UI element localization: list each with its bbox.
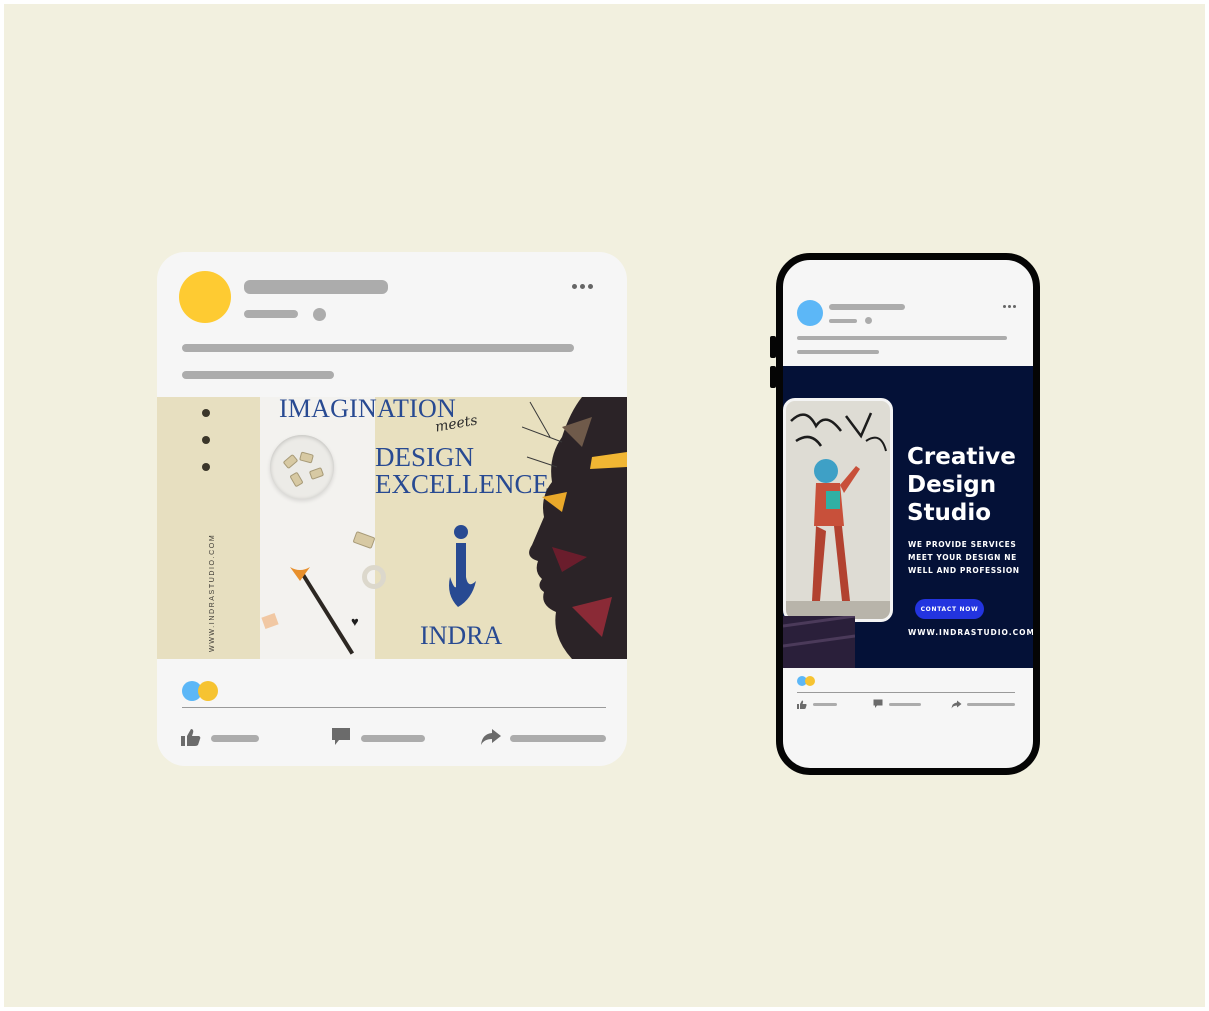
banner-title: Creative Design Studio: [907, 443, 1033, 527]
heart-icon: ♥: [351, 614, 359, 629]
silhouette-face-artwork: [522, 397, 627, 659]
banner-body: WE PROVIDE SERVICES MEET YOUR DESIGN NE …: [908, 538, 1020, 577]
phone-reaction-yellow-icon[interactable]: [805, 676, 815, 686]
creative-studio-ad-banner[interactable]: Creative Design Studio WE PROVIDE SERVIC…: [783, 366, 1033, 668]
headline-imagination: IMAGINATION: [279, 397, 456, 423]
privacy-dot: [313, 308, 326, 321]
more-horizontal-icon[interactable]: [572, 284, 593, 289]
banner-title-line-3: Studio: [907, 500, 992, 526]
banner-title-line-2: Design: [907, 472, 997, 498]
graffiti-artwork: [786, 401, 890, 619]
strip-dot: [202, 409, 210, 417]
desktop-post-card: WWW.INDRASTUDIO.COM ♥ IMAGINATION meets …: [157, 252, 627, 766]
author-name-placeholder: [244, 280, 388, 294]
like-button[interactable]: [181, 726, 261, 750]
strip-dot: [202, 463, 210, 471]
phone-comment-button[interactable]: [873, 699, 929, 711]
comment-icon: [332, 728, 350, 745]
banner-title-line-1: Creative: [907, 444, 1016, 470]
banner-body-line-3: WELL AND PROFESSION: [908, 566, 1020, 575]
phone-caption-line-2: [797, 350, 879, 354]
like-icon: [797, 700, 807, 709]
mockup-canvas: WWW.INDRASTUDIO.COM ♥ IMAGINATION meets …: [4, 4, 1205, 1007]
share-button[interactable]: [480, 726, 608, 750]
brand-name: INDRA: [420, 621, 503, 650]
phone-more-horizontal-icon[interactable]: [1003, 305, 1016, 308]
phone-like-button[interactable]: [797, 699, 845, 711]
phone-share-button[interactable]: [951, 699, 1017, 711]
phone-author-avatar[interactable]: [797, 300, 823, 326]
like-label-placeholder: [211, 735, 259, 742]
caption-line-1: [182, 344, 574, 352]
clip-plate: [270, 435, 334, 499]
contact-now-button[interactable]: CONTACT NOW: [915, 599, 984, 619]
comment-button[interactable]: [331, 726, 431, 750]
phone-author-name-placeholder: [829, 304, 905, 310]
reaction-yellow-icon[interactable]: [198, 681, 218, 701]
graffiti-wall-corner: [783, 616, 855, 668]
phone-privacy-dot: [865, 317, 872, 324]
banner-url: WWW.INDRASTUDIO.COM: [908, 628, 1033, 637]
banner-side-url: WWW.INDRASTUDIO.COM: [209, 533, 216, 652]
author-avatar[interactable]: [179, 271, 231, 323]
phone-caption-line-1: [797, 336, 1007, 340]
comment-icon: [873, 699, 883, 708]
graffiti-phone-photo: [783, 398, 893, 622]
share-icon: [481, 729, 501, 745]
share-label-placeholder: [967, 703, 1015, 706]
comment-label-placeholder: [889, 703, 921, 706]
like-icon: [181, 729, 201, 746]
comment-label-placeholder: [361, 735, 425, 742]
banner-left-strip: WWW.INDRASTUDIO.COM: [157, 397, 260, 659]
post-meta-placeholder: [244, 310, 298, 318]
share-icon: [951, 700, 962, 709]
caption-line-2: [182, 371, 334, 379]
phone-post-meta-placeholder: [829, 319, 857, 323]
banner-body-line-2: MEET YOUR DESIGN NE: [908, 553, 1017, 562]
brush-bristles-icon: [290, 567, 310, 581]
phone-footer-divider: [797, 692, 1015, 693]
stationery-photo: ♥: [260, 397, 386, 659]
footer-divider: [182, 707, 606, 708]
washi-tape-roll: [362, 565, 386, 589]
phone-mockup: Creative Design Studio WE PROVIDE SERVIC…: [776, 253, 1040, 775]
like-label-placeholder: [813, 703, 837, 706]
indra-ad-banner[interactable]: WWW.INDRASTUDIO.COM ♥ IMAGINATION meets …: [157, 397, 627, 659]
strip-dot: [202, 436, 210, 444]
banner-body-line-1: WE PROVIDE SERVICES: [908, 540, 1017, 549]
eraser: [261, 612, 279, 630]
indra-logo-icon: [442, 525, 480, 609]
share-label-placeholder: [510, 735, 606, 742]
